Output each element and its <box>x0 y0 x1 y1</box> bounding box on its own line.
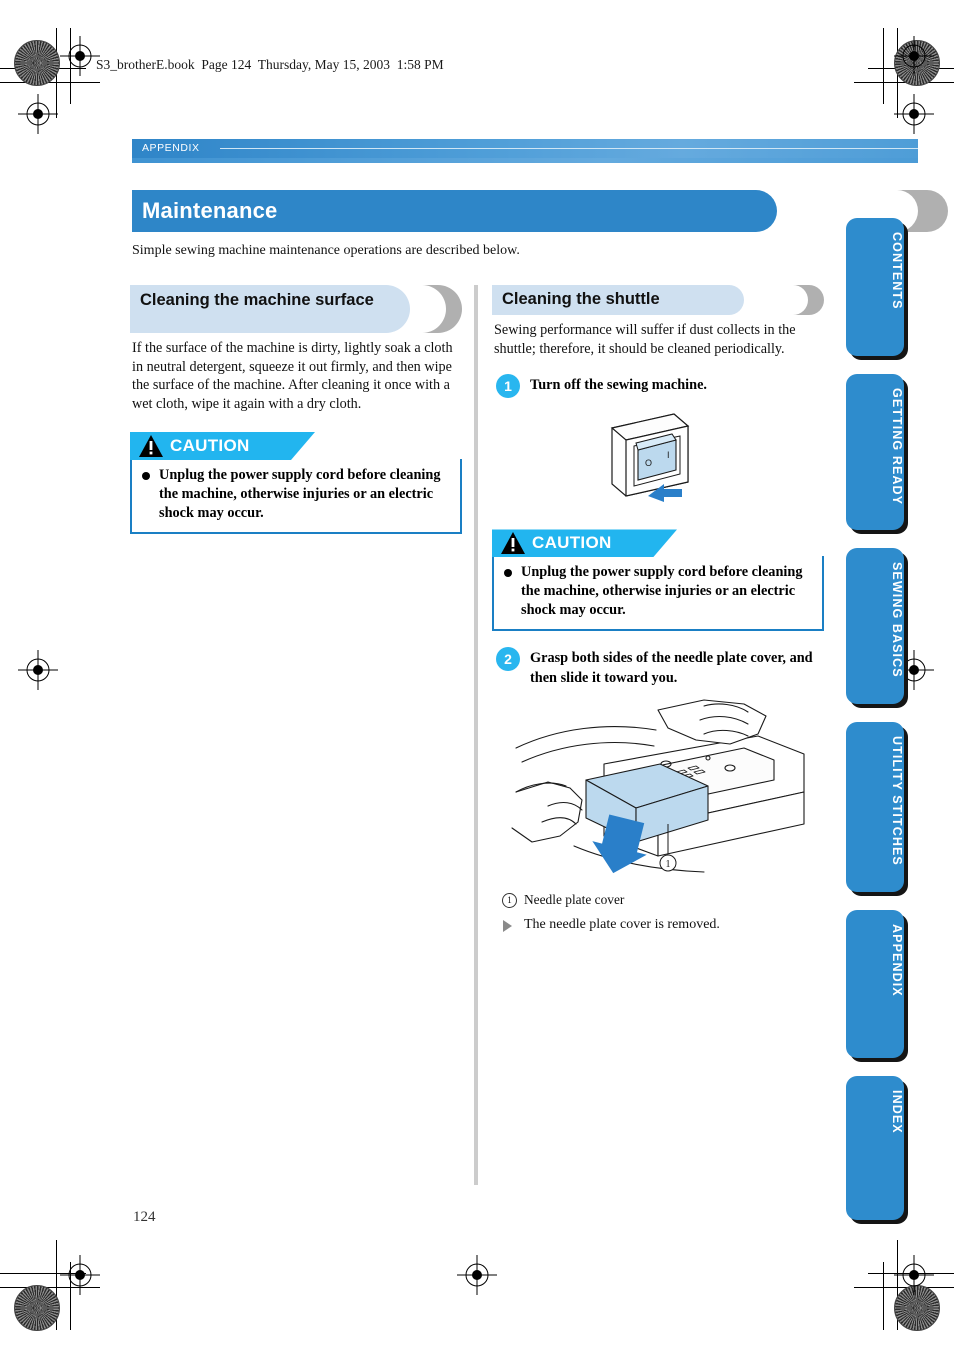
result-triangle-icon <box>503 919 512 932</box>
left-column: Cleaning the machine surface If the surf… <box>130 285 462 534</box>
registration-target-icon <box>894 36 934 76</box>
chapter-bar: APPENDIX <box>132 139 918 158</box>
right-column: Cleaning the shuttle Sewing performance … <box>492 285 824 933</box>
step-1-badge: 1 <box>496 374 520 399</box>
right-body-text: Sewing performance will suffer if dust c… <box>494 322 796 357</box>
halftone-dot <box>894 40 940 86</box>
subhead-bar: Cleaning the machine surface <box>130 285 410 333</box>
crop-line <box>0 1287 100 1288</box>
svg-text:O: O <box>645 458 652 468</box>
crop-line <box>56 1240 57 1330</box>
crop-line <box>70 28 71 104</box>
result-statement: The needle plate cover is removed. <box>502 917 824 933</box>
crop-line <box>883 28 884 104</box>
page-title: Maintenance <box>132 190 948 232</box>
crop-line <box>897 28 898 118</box>
caution-body: Unplug the power supply cord before clea… <box>130 458 462 534</box>
side-tab-label: UTILITY STITCHES <box>890 736 904 866</box>
chapter-rule <box>220 148 918 149</box>
crop-line <box>897 1240 898 1330</box>
warning-triangle-icon <box>139 434 163 457</box>
warning-triangle-icon <box>501 532 525 555</box>
svg-text:I: I <box>667 450 670 460</box>
subhead-bar: Cleaning the shuttle <box>492 285 744 315</box>
side-tab-label: CONTENTS <box>890 232 904 310</box>
subheading-cleaning-machine-surface: Cleaning the machine surface <box>130 285 462 333</box>
caution-item: Unplug the power supply cord before clea… <box>140 466 452 523</box>
side-tab-utility-stitches[interactable]: UTILITY STITCHES <box>846 722 904 892</box>
caution-body: Unplug the power supply cord before clea… <box>492 556 824 632</box>
caution-header: CAUTION <box>130 432 315 460</box>
registration-target-icon <box>60 1255 100 1295</box>
registration-target-icon <box>18 94 58 134</box>
caution-header: CAUTION <box>492 529 677 557</box>
step-2-text: Grasp both sides of the needle plate cov… <box>530 650 813 686</box>
side-tab-getting-ready[interactable]: GETTING READY <box>846 374 904 530</box>
step-1: 1 Turn off the sewing machine. <box>492 374 824 402</box>
step-2: 2 Grasp both sides of the needle plate c… <box>492 647 824 687</box>
caution-item: Unplug the power supply cord before clea… <box>502 563 814 620</box>
needle-plate-figure: 1 <box>511 699 805 873</box>
power-switch-figure: O I <box>610 413 690 503</box>
crop-line <box>854 1287 954 1288</box>
subhead-echo-white <box>742 285 808 315</box>
side-tab-label: INDEX <box>890 1090 904 1134</box>
crop-line <box>0 82 100 83</box>
step-2-badge: 2 <box>496 647 520 672</box>
page-number: 124 <box>133 1209 156 1225</box>
crop-line <box>0 1273 86 1274</box>
result-text: The needle plate cover is removed. <box>524 916 720 932</box>
halftone-dot <box>894 1285 940 1331</box>
side-tab-sewing-basics[interactable]: SEWING BASICS <box>846 548 904 704</box>
caption-text: Needle plate cover <box>524 891 625 907</box>
halftone-dot <box>14 1285 60 1331</box>
caution-box-left: CAUTION Unplug the power supply cord bef… <box>130 432 462 534</box>
registration-target-icon <box>894 94 934 134</box>
lead-text: Simple sewing machine maintenance operat… <box>132 243 520 258</box>
title-bar: Maintenance <box>132 190 777 232</box>
caution-label: CAUTION <box>170 435 250 455</box>
crop-line <box>0 68 86 69</box>
caption-number: 1 <box>502 892 517 908</box>
subheading-cleaning-shuttle: Cleaning the shuttle <box>492 285 824 315</box>
caution-label: CAUTION <box>532 533 612 553</box>
left-body-text: If the surface of the machine is dirty, … <box>132 340 453 413</box>
step-1-text: Turn off the sewing machine. <box>530 377 708 394</box>
side-tab-navigation: CONTENTS GETTING READY SEWING BASICS UTI… <box>846 218 910 1238</box>
crop-line <box>868 1273 954 1274</box>
title-text: Maintenance <box>142 198 278 223</box>
crop-line <box>70 1262 71 1330</box>
registration-target-icon <box>894 1255 934 1295</box>
side-tab-appendix[interactable]: APPENDIX <box>846 910 904 1058</box>
chapter-bar-underline <box>132 158 918 163</box>
subhead-text: Cleaning the shuttle <box>502 290 660 308</box>
figure-caption: 1 Needle plate cover <box>502 892 824 908</box>
power-switch-illustration: O I <box>492 410 824 511</box>
side-tab-index[interactable]: INDEX <box>846 1076 904 1220</box>
side-tab-label: GETTING READY <box>890 388 904 506</box>
running-head: S3_brotherE.book Page 124 Thursday, May … <box>96 57 444 72</box>
crop-line <box>854 82 954 83</box>
subhead-text: Cleaning the machine surface <box>140 291 374 309</box>
caution-box-right: CAUTION Unplug the power supply cord bef… <box>492 529 824 632</box>
svg-text:1: 1 <box>666 859 671 870</box>
column-divider <box>474 285 478 1185</box>
side-tab-contents[interactable]: CONTENTS <box>846 218 904 356</box>
registration-target-icon <box>18 650 58 690</box>
registration-target-icon <box>60 36 100 76</box>
side-tab-label: SEWING BASICS <box>890 562 904 678</box>
registration-target-icon <box>457 1255 497 1295</box>
side-tab-label: APPENDIX <box>890 924 904 997</box>
crop-line <box>883 1262 884 1330</box>
crop-line <box>868 68 954 69</box>
crop-line <box>56 28 57 118</box>
needle-plate-cover-illustration: 1 <box>492 696 824 886</box>
chapter-label: APPENDIX <box>142 142 200 154</box>
halftone-dot <box>14 40 60 86</box>
